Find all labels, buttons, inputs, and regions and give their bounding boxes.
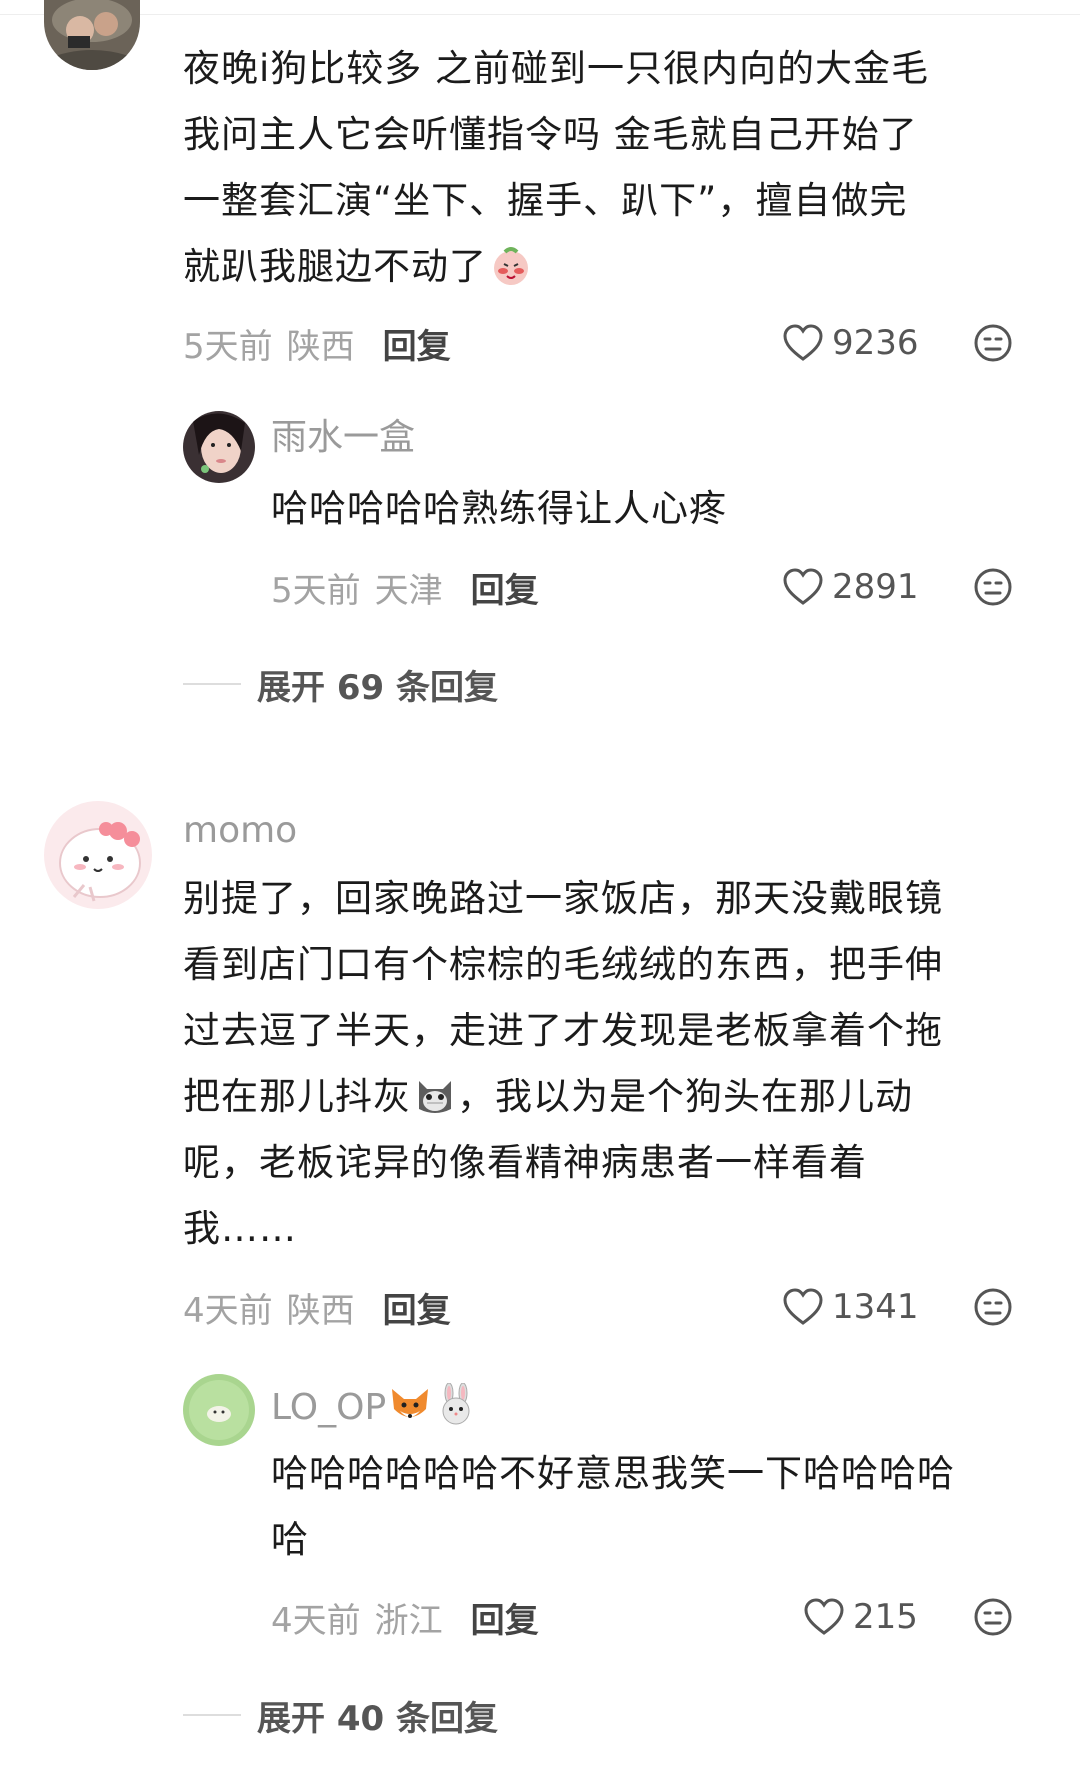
expand-divider [183, 683, 241, 685]
heart-outline-icon [783, 568, 823, 605]
dislike-button[interactable] [973, 1287, 1013, 1327]
reply-avatar[interactable] [183, 411, 255, 483]
reply-button[interactable]: 回复 [471, 1593, 539, 1642]
shy-peach-emoji [489, 242, 533, 286]
like-button[interactable]: 1341 [782, 1282, 919, 1332]
heart-outline-icon [783, 324, 823, 361]
dislike-button[interactable] [973, 323, 1013, 363]
comment-region: 陕西 [286, 326, 355, 367]
comment-region: 陕西 [286, 1290, 355, 1331]
expand-replies-button[interactable]: 展开 40 条回复 [183, 1690, 498, 1740]
comment-date: 4天前 [183, 1290, 273, 1331]
comment-meta: 4天前 陕西 回复 [183, 1282, 451, 1332]
like-count: 1341 [832, 1287, 919, 1327]
neutral-face-icon [974, 568, 1012, 606]
reply-username[interactable]: 雨水一盒 [271, 416, 415, 460]
like-button[interactable]: 215 [803, 1592, 918, 1642]
reply-text: 哈哈哈哈哈哈不好意思我笑一下哈哈哈哈 哈 [271, 1452, 955, 1561]
reply-meta: 5天前 天津 回复 [271, 562, 539, 612]
cat-emoji [413, 1072, 457, 1116]
reply-text: 哈哈哈哈哈熟练得让人心疼 [271, 487, 727, 530]
avatar[interactable] [44, 801, 152, 909]
reply-avatar[interactable] [183, 1374, 255, 1446]
comment-username[interactable]: momo [183, 809, 297, 853]
reply-region: 天津 [374, 570, 443, 611]
neutral-face-icon [974, 1598, 1012, 1636]
neutral-face-icon [974, 324, 1012, 362]
fox-emoji [388, 1383, 432, 1427]
like-count: 215 [853, 1597, 918, 1637]
comment-text: 夜晚i狗比较多 之前碰到一只很内向的大金毛 我问主人它会听懂指令吗 金毛就自己开… [183, 47, 930, 288]
avatar[interactable] [44, 0, 140, 70]
reply-date: 4天前 [271, 1600, 361, 1641]
reply-date: 5天前 [271, 570, 361, 611]
reply-button[interactable]: 回复 [471, 563, 539, 612]
expand-replies-label: 展开 69 条回复 [257, 667, 498, 708]
expand-replies-button[interactable]: 展开 69 条回复 [183, 659, 498, 709]
comment-meta: 5天前 陕西 回复 [183, 318, 451, 368]
reply-button[interactable]: 回复 [383, 1283, 451, 1332]
dislike-button[interactable] [973, 1597, 1013, 1637]
comment-text: 别提了，回家晚路过一家饭店，那天没戴眼镜 看到店门口有个棕棕的毛绒绒的东西，把手… [183, 877, 943, 1250]
like-count: 2891 [832, 567, 919, 607]
like-count: 9236 [832, 323, 919, 363]
reply-region: 浙江 [374, 1600, 443, 1641]
comment-date: 5天前 [183, 326, 273, 367]
heart-outline-icon [783, 1288, 823, 1325]
reply-button[interactable]: 回复 [383, 319, 451, 368]
reply-username[interactable]: LO_OP [271, 1382, 478, 1430]
expand-divider [183, 1714, 241, 1716]
neutral-face-icon [974, 1288, 1012, 1326]
comment-item: 夜晚i狗比较多 之前碰到一只很内向的大金毛 我问主人它会听懂指令吗 金毛就自己开… [0, 0, 1080, 708]
rabbit-emoji [434, 1382, 478, 1427]
like-button[interactable]: 9236 [782, 318, 919, 368]
like-button[interactable]: 2891 [782, 562, 919, 612]
reply-meta: 4天前 浙江 回复 [271, 1592, 539, 1642]
dislike-button[interactable] [973, 567, 1013, 607]
expand-replies-label: 展开 40 条回复 [257, 1698, 498, 1739]
heart-outline-icon [804, 1598, 844, 1635]
